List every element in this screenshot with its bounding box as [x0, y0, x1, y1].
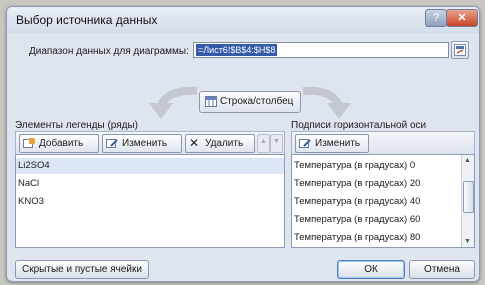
scroll-thumb[interactable]	[463, 181, 474, 213]
edit-series-button[interactable]: Изменить	[102, 134, 182, 153]
title-bar: Выбор источника данных ? ✕	[7, 7, 479, 33]
dialog-title: Выбор источника данных	[16, 13, 158, 27]
list-item[interactable]: NaCl	[18, 176, 39, 192]
legend-toolbar: Добавить Изменить ✕ Удалить ▲ ▼	[15, 131, 285, 155]
scroll-down-icon[interactable]: ▼	[464, 238, 471, 245]
edit-series-label: Изменить	[122, 138, 168, 149]
move-down-icon: ▼	[273, 138, 280, 145]
edit-axis-labels-button[interactable]: Изменить	[295, 134, 369, 153]
switch-table-icon	[205, 96, 217, 107]
ok-label: ОК	[364, 264, 378, 275]
list-item[interactable]: Температура (в градусах) 40	[294, 194, 420, 210]
ok-button[interactable]: ОК	[337, 260, 405, 279]
legend-entries-label: Элементы легенды (ряды)	[15, 120, 139, 131]
select-data-source-dialog: Выбор источника данных ? ✕ Диапазон данн…	[6, 6, 480, 282]
list-item[interactable]: Температура (в градусах) 0	[294, 158, 415, 174]
list-item[interactable]: KNO3	[18, 194, 44, 210]
add-series-icon	[23, 138, 35, 148]
switch-row-column-button[interactable]: Строка/столбец	[199, 91, 301, 113]
axis-labels-list[interactable]: Температура (в градусах) 0 Температура (…	[291, 154, 475, 248]
switch-row-column-label: Строка/столбец	[220, 96, 294, 107]
list-item[interactable]: Температура (в градусах) 20	[294, 176, 420, 192]
add-series-label: Добавить	[39, 138, 84, 149]
edit-pencil-icon	[299, 139, 311, 148]
collapse-dialog-button[interactable]	[451, 41, 469, 59]
range-select-icon	[454, 44, 466, 56]
edit-axis-labels-label: Изменить	[315, 138, 361, 149]
cancel-button[interactable]: Отмена	[409, 260, 475, 279]
move-up-button[interactable]: ▲	[257, 134, 270, 153]
move-up-icon: ▲	[260, 138, 267, 145]
right-curved-arrow-icon	[302, 86, 351, 119]
close-icon: ✕	[457, 12, 467, 24]
list-item[interactable]: Li2SO4	[16, 158, 284, 174]
list-item[interactable]: Температура (в градусах) 60	[294, 212, 420, 228]
hidden-empty-cells-label: Скрытые и пустые ячейки	[22, 264, 142, 275]
left-curved-arrow-icon	[149, 86, 198, 119]
delete-x-icon: ✕	[189, 136, 200, 150]
data-range-input[interactable]: =Лист6!$B$4:$H$8	[193, 42, 449, 58]
legend-series-list[interactable]: Li2SO4 NaCl KNO3	[15, 154, 285, 248]
delete-series-button[interactable]: ✕ Удалить	[185, 134, 255, 153]
hidden-empty-cells-button[interactable]: Скрытые и пустые ячейки	[15, 260, 149, 279]
axis-list-scrollbar[interactable]: ▲ ▼	[461, 155, 474, 247]
help-icon: ?	[432, 12, 440, 24]
scroll-up-icon[interactable]: ▲	[464, 157, 471, 164]
close-button[interactable]: ✕	[446, 9, 478, 27]
help-button[interactable]: ?	[425, 9, 447, 27]
cancel-label: Отмена	[424, 264, 460, 275]
delete-series-label: Удалить	[205, 138, 244, 149]
data-range-value: =Лист6!$B$4:$H$8	[196, 44, 278, 56]
edit-pencil-icon	[106, 139, 118, 148]
add-series-button[interactable]: Добавить	[19, 134, 99, 153]
move-down-button[interactable]: ▼	[270, 134, 283, 153]
data-range-label: Диапазон данных для диаграммы:	[29, 46, 189, 57]
axis-toolbar: Изменить	[291, 131, 475, 155]
list-item[interactable]: Температура (в градусах) 80	[294, 230, 420, 246]
